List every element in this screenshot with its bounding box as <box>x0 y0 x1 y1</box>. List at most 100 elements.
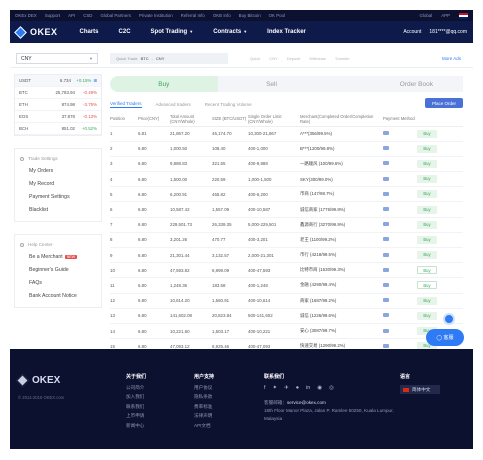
currency-select[interactable]: CNY ▼ <box>16 53 98 64</box>
menu-payment-settings[interactable]: Payment Settings <box>15 191 101 204</box>
menu-beginners-guide[interactable]: Beginner's Guide <box>15 264 101 277</box>
nav-contracts[interactable]: Contracts ▼ <box>213 29 247 35</box>
footer-link[interactable]: 上币申请 <box>126 413 146 419</box>
menu-my-record[interactable]: My Record <box>15 178 101 191</box>
weibo-icon[interactable]: ◎ <box>329 385 334 391</box>
quick-action[interactable]: Quick <box>250 56 260 61</box>
buy-button[interactable]: Buy <box>417 235 437 244</box>
tab-order-book[interactable]: Order Book <box>325 76 464 92</box>
quick-action[interactable]: CNY <box>269 56 277 61</box>
market-row[interactable]: EOS 37.878 -0.13% <box>15 111 101 123</box>
email-link[interactable]: service@okex.com <box>287 400 326 405</box>
market-row[interactable]: ETH 874.98 -3.75% <box>15 99 101 111</box>
table-cell[interactable]: 一路顺风 (100/99.6%) <box>300 156 383 173</box>
footer-link[interactable]: 法律声明 <box>194 413 214 419</box>
footer-link[interactable]: 新闻中心 <box>126 423 146 429</box>
more-ads-link[interactable]: More Ads <box>442 56 461 61</box>
topbar-link[interactable]: Private Institution <box>139 13 173 18</box>
table-cell[interactable]: 币行 (4218/99.5%) <box>300 247 383 264</box>
nav-spot-trading[interactable]: Spot Trading ▼ <box>151 29 194 35</box>
footer-link[interactable]: 隐私条款 <box>194 394 214 400</box>
account-menu[interactable]: Account <box>403 29 421 35</box>
linkedin-icon[interactable]: in <box>306 385 310 391</box>
nav-index-tracker[interactable]: Index Tracker <box>267 29 306 35</box>
market-row[interactable]: BTC 25,783.94 -0.49% <box>15 87 101 99</box>
topbar-link[interactable]: Support <box>45 13 60 18</box>
telegram-icon[interactable]: ✈ <box>284 385 289 391</box>
buy-button[interactable]: Buy <box>417 251 437 260</box>
filter-advanced[interactable]: Advanced traders <box>156 102 191 107</box>
table-cell[interactable]: SKY(300/99.0%) <box>300 171 383 188</box>
menu-my-orders[interactable]: My Orders <box>15 165 101 178</box>
nav-c2c[interactable]: C2C <box>119 29 131 35</box>
buy-button[interactable]: Buy <box>417 220 437 229</box>
table-cell[interactable]: 老王 (1100/99.2%) <box>300 232 383 249</box>
footer-link[interactable]: API文档 <box>194 423 214 429</box>
user-menu[interactable]: 181****@qq.com <box>429 29 467 35</box>
twitter-icon[interactable]: ✦ <box>273 385 278 391</box>
buy-button[interactable]: Buy <box>417 266 437 275</box>
topbar-link[interactable]: Global Partners <box>100 13 131 18</box>
tab-sell[interactable]: Sell <box>217 76 326 92</box>
footer-link[interactable]: 费率标准 <box>194 404 214 410</box>
table-cell[interactable]: 诚信 (1226/99.6%) <box>300 308 383 324</box>
wechat-icon[interactable]: ◉ <box>317 385 322 391</box>
topbar-link[interactable]: Referral Info <box>181 13 205 18</box>
market-change: -0.49% <box>83 90 97 95</box>
topbar-link[interactable]: CSD <box>83 13 92 18</box>
table-cell[interactable]: 金融 (4290/99.4%) <box>300 277 383 294</box>
market-row[interactable]: BCH 851.02 +0.52% <box>15 123 101 135</box>
buy-button[interactable]: Buy <box>417 281 437 290</box>
global-link[interactable]: Global <box>420 13 433 18</box>
buy-button[interactable]: Buy <box>417 159 437 168</box>
table-cell[interactable]: 币商 (147/98.7%) <box>300 186 383 203</box>
table-cell[interactable]: 安心 (3087/99.7%) <box>300 323 383 340</box>
app-link[interactable]: APP <box>441 13 450 18</box>
favorite-icon[interactable]: ⊞ <box>93 78 97 84</box>
quick-trade-form[interactable]: Quick Trade BTC - CNY <box>110 53 228 64</box>
nav-charts[interactable]: Charts <box>80 29 99 35</box>
buy-button[interactable]: Buy <box>417 311 437 320</box>
footer-link[interactable]: 用户协议 <box>194 385 214 391</box>
col-header: Price(CNY) <box>138 112 170 127</box>
buy-button[interactable]: Buy <box>417 190 437 199</box>
menu-be-merchant[interactable]: Be a Merchant NEW <box>15 251 101 264</box>
topbar-link[interactable]: OKB Info <box>213 13 231 18</box>
brand-logo[interactable]: OKEX <box>14 25 58 39</box>
menu-blacklist[interactable]: Blacklist <box>15 204 101 217</box>
buy-button[interactable]: Buy <box>417 175 437 184</box>
footer-link[interactable]: 公司简介 <box>126 385 146 391</box>
footer-link[interactable]: 联系我们 <box>126 404 146 410</box>
market-row[interactable]: USDT 6.734 +0.15% ⊞ <box>15 75 101 87</box>
buy-button[interactable]: Buy <box>417 144 437 153</box>
language-select[interactable]: 简体中文 <box>400 385 440 394</box>
table-cell[interactable]: 商家 (1687/99.2%) <box>300 293 383 309</box>
footer-link[interactable]: 加入我们 <box>126 394 146 400</box>
topbar-link[interactable]: Buy Bitcoin <box>239 13 261 18</box>
menu-bank-account-notice[interactable]: Bank Account Notice <box>15 290 101 303</box>
table-cell[interactable]: 诚信商家 (1776/99.8%) <box>300 201 383 218</box>
topbar-link[interactable]: API <box>68 13 75 18</box>
facebook-icon[interactable]: f <box>264 385 266 391</box>
chat-avatar-icon[interactable] <box>443 313 455 325</box>
reddit-icon[interactable]: ● <box>296 385 299 391</box>
buy-button[interactable]: Buy <box>417 296 437 305</box>
buy-button[interactable]: Buy <box>417 129 437 138</box>
topbar-link[interactable]: OKEx DEX <box>15 13 37 18</box>
buy-button[interactable]: Buy <box>417 205 437 214</box>
quick-action[interactable]: Deposit <box>287 56 301 61</box>
uk-flag-icon[interactable] <box>459 12 468 19</box>
customer-service-button[interactable]: ◯ 客服 <box>426 329 464 346</box>
menu-faqs[interactable]: FAQs <box>15 277 101 290</box>
table-cell[interactable]: 比特币商 (1530/99.3%) <box>300 262 383 279</box>
quick-action[interactable]: Withdraw <box>309 56 326 61</box>
table-cell[interactable]: A***(356/99.5%) <box>300 126 383 142</box>
tab-buy[interactable]: Buy <box>110 76 218 92</box>
filter-verified[interactable]: Verified Traders <box>110 101 142 108</box>
filter-recent[interactable]: Recent Trading Volume <box>205 102 252 107</box>
table-cell[interactable]: B***(1200/99.8%) <box>300 141 383 157</box>
topbar-link[interactable]: OK Pool <box>269 13 285 18</box>
quick-action[interactable]: Transfer <box>335 56 350 61</box>
table-cell[interactable]: 鑫源商行 (3270/99.9%) <box>300 217 383 233</box>
place-order-button[interactable]: Place Order <box>425 98 463 108</box>
